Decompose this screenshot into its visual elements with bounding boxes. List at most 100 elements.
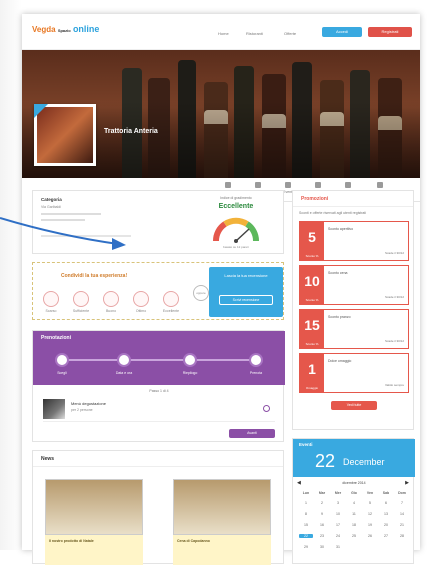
gauge-sub: basato su 12 pareri	[223, 245, 249, 249]
calendar-day-cell[interactable]: 15	[299, 523, 313, 527]
calendar-day-cell[interactable]: 7	[395, 501, 409, 505]
step-1[interactable]	[55, 353, 69, 367]
calendar-day-cell[interactable]: 23	[315, 534, 329, 538]
promo-item-4[interactable]: 1 Omaggio Dolce omaggio Valido sempre	[299, 353, 409, 393]
menu-icon	[225, 182, 231, 188]
calendar-day-cell[interactable]: 1	[299, 501, 313, 505]
calendar-day-cell[interactable]: 27	[379, 534, 393, 538]
step-2[interactable]	[117, 353, 131, 367]
calendar-header: Eventi 22 December	[293, 439, 415, 477]
step-4[interactable]	[249, 353, 263, 367]
calendar-day-cell[interactable]: 22	[299, 534, 313, 538]
news-icon	[315, 182, 321, 188]
calendar-day-cell[interactable]: 8	[299, 512, 313, 516]
or-divider: oppure	[193, 285, 209, 301]
weekday-1: Mar	[318, 491, 326, 495]
next-month-icon[interactable]: ▶	[405, 480, 409, 486]
write-review-button[interactable]: Scrivi recensione	[219, 295, 273, 305]
calendar-day-cell[interactable]: 17	[331, 523, 345, 527]
promo-item-2[interactable]: 10 Sconto % Sconto cena Scade il 30/12	[299, 265, 409, 305]
calendar-day-cell[interactable]: 9	[315, 512, 329, 516]
promo-item-3[interactable]: 15 Sconto % Sconto pranzo Scade il 30/12	[299, 309, 409, 349]
star-icon	[345, 182, 351, 188]
nav-link-restaurants[interactable]: Ristoranti	[246, 31, 263, 36]
step-label-2: Data e ora	[115, 371, 133, 375]
booking-title: Prenotazioni	[33, 331, 285, 345]
calendar-day-cell[interactable]: 10	[331, 512, 345, 516]
calendar-day-cell[interactable]: 4	[347, 501, 361, 505]
step-label-3: Riepilogo	[182, 371, 198, 375]
calendar-day-cell[interactable]: 13	[379, 512, 393, 516]
news-image-1[interactable]	[45, 479, 143, 535]
register-button[interactable]: Registrati	[368, 27, 412, 37]
weekday-2: Mer	[334, 491, 342, 495]
rating-option-3[interactable]	[103, 291, 119, 307]
calendar-month: December	[343, 457, 385, 467]
calendar-nav-title: dicembre 2014	[342, 481, 366, 485]
restaurant-name: Trattoria Anteria	[104, 128, 158, 135]
logo[interactable]: Vegda Spazio online	[32, 24, 99, 34]
calendar-day-cell[interactable]: 2	[315, 501, 329, 505]
news-caption-1[interactable]: Il nostro prodotto di Natale	[45, 535, 143, 565]
page: Vegda Spazio online Home Ristoranti Offe…	[22, 14, 420, 565]
rating-label-5: Eccellente	[162, 309, 180, 313]
calendar-day-cell[interactable]: 26	[363, 534, 377, 538]
category-label: Categoria	[41, 197, 62, 202]
news-caption-2[interactable]: Cena di Capodanno	[173, 535, 271, 565]
events-calendar: Eventi 22 December ◀ dicembre 2014 ▶ Lun…	[292, 438, 415, 564]
calendar-day-cell[interactable]: 31	[331, 545, 345, 549]
news-card: News Il nostro prodotto di Natale Cena d…	[32, 450, 284, 565]
weekday-0: Lun	[302, 491, 310, 495]
step-3[interactable]	[183, 353, 197, 367]
all-promotions-button[interactable]: Vedi tutte	[331, 401, 377, 410]
menu-item-image	[43, 399, 65, 419]
rating-option-4[interactable]	[133, 291, 149, 307]
calendar-day-cell[interactable]: 5	[363, 501, 377, 505]
calendar-day-cell[interactable]: 19	[363, 523, 377, 527]
calendar-day-cell[interactable]: 3	[331, 501, 345, 505]
satisfaction-gauge	[213, 217, 259, 243]
menu-item-radio[interactable]	[263, 405, 270, 412]
booking-steps: Scegli Data e ora Riepilogo Prenota	[33, 345, 285, 385]
promo-item-1[interactable]: 5 Sconto % Sconto aperitivo Scade il 30/…	[299, 221, 409, 261]
promotions-sidebar: Promozioni Sconti e offerte riservati ag…	[292, 190, 414, 430]
step-label-1: Scegli	[57, 371, 67, 375]
rating-label-1: Scarso	[45, 309, 57, 313]
booking-next-button[interactable]: Avanti	[229, 429, 275, 438]
rating-label-3: Buono	[105, 309, 117, 313]
calendar-day: 22	[315, 451, 336, 471]
calendar-day-cell[interactable]: 21	[395, 523, 409, 527]
calendar-day-cell[interactable]: 11	[347, 512, 361, 516]
logo-small: Spazio	[57, 28, 71, 33]
news-title: News	[33, 451, 283, 467]
calendar-day-cell[interactable]: 16	[315, 523, 329, 527]
nav-link-home[interactable]: Home	[218, 31, 229, 36]
calendar-day-cell[interactable]: 25	[347, 534, 361, 538]
calendar-icon	[285, 182, 291, 188]
calendar-title: Eventi	[299, 442, 313, 447]
login-button[interactable]: Accedi	[322, 27, 362, 37]
gauge-value: Eccellente	[218, 203, 254, 210]
rating-title: Condividi la tua esperienza!	[61, 273, 128, 279]
nav-link-offers[interactable]: Offerte	[284, 31, 296, 36]
promotions-intro: Sconti e offerte riservati agli utenti r…	[299, 211, 367, 215]
calendar-day-cell[interactable]: 28	[395, 534, 409, 538]
calendar-day-cell[interactable]: 6	[379, 501, 393, 505]
weekday-6: Dom	[398, 491, 406, 495]
calendar-day-cell[interactable]: 29	[299, 545, 313, 549]
page-shadow	[0, 0, 22, 550]
news-image-2[interactable]	[173, 479, 271, 535]
calendar-day-cell[interactable]: 18	[347, 523, 361, 527]
calendar-day-cell[interactable]: 20	[379, 523, 393, 527]
rating-label-4: Ottimo	[135, 309, 147, 313]
rating-option-1[interactable]	[43, 291, 59, 307]
calendar-day-cell[interactable]: 24	[331, 534, 345, 538]
review-cta-text: Lascia la tua recensione	[224, 273, 268, 278]
rating-card: Condividi la tua esperienza! Scarso Suff…	[32, 262, 284, 320]
calendar-day-cell[interactable]: 30	[315, 545, 329, 549]
calendar-day-cell[interactable]: 12	[363, 512, 377, 516]
rating-option-2[interactable]	[73, 291, 89, 307]
logo-accent: online	[72, 24, 100, 34]
calendar-day-cell[interactable]: 14	[395, 512, 409, 516]
rating-option-5[interactable]	[163, 291, 179, 307]
